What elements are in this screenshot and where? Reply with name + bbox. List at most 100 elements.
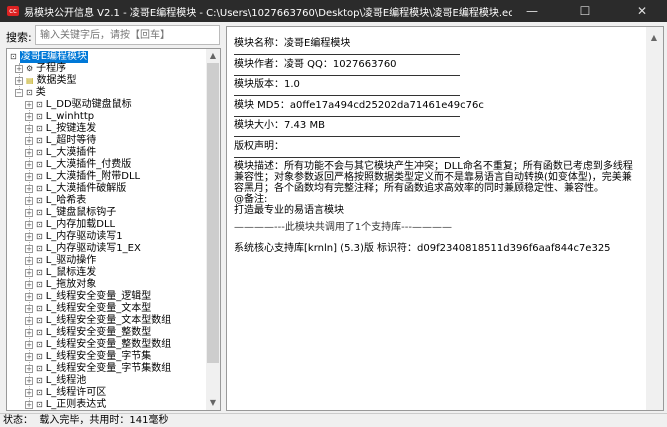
tree-class-item[interactable]: + ⊡ L_按键连发: [25, 123, 96, 135]
expand-icon[interactable]: +: [25, 281, 33, 289]
expand-icon[interactable]: +: [25, 197, 33, 205]
tree-class-item[interactable]: + ⊡ L_DD驱动键盘鼠标: [25, 99, 132, 111]
expand-icon[interactable]: +: [25, 245, 33, 253]
close-button[interactable]: ✕: [622, 0, 662, 22]
expand-icon[interactable]: +: [15, 77, 23, 85]
tree-scroll-thumb[interactable]: [207, 63, 219, 363]
class-label: L_内存驱动读写1_EX: [45, 243, 141, 254]
expand-icon[interactable]: +: [25, 233, 33, 241]
remark-label: @备注:: [234, 194, 268, 205]
expand-icon[interactable]: −: [15, 89, 23, 97]
tree-root-label: 凌哥E编程模块: [19, 51, 89, 63]
expand-icon[interactable]: +: [25, 173, 33, 181]
expand-icon[interactable]: +: [25, 293, 33, 301]
tree-class-item[interactable]: + ⊡ L_正则表达式: [25, 399, 106, 410]
tree-class-item[interactable]: + ⊡ L_线程安全变量_整数型: [25, 327, 151, 339]
search-input[interactable]: [35, 25, 220, 45]
class-label: L_线程安全变量_整数型: [45, 327, 152, 338]
expand-icon[interactable]: +: [25, 317, 33, 325]
expand-icon[interactable]: +: [25, 161, 33, 169]
scroll-down-icon[interactable]: ▼: [206, 396, 220, 410]
minimize-button[interactable]: —: [512, 0, 552, 22]
class-label: L_内存加载DLL: [45, 219, 116, 230]
expand-icon[interactable]: +: [25, 353, 33, 361]
tree-item-label: 子程序: [36, 63, 67, 74]
expand-icon[interactable]: +: [25, 221, 33, 229]
class-icon: ⊡: [36, 316, 43, 325]
expand-icon[interactable]: +: [25, 137, 33, 145]
tree-class-item[interactable]: + ⊡ L_键盘鼠标钩子: [25, 207, 116, 219]
tree-class-item[interactable]: + ⊡ L_驱动操作: [25, 255, 96, 267]
tree-item[interactable]: + ▤ 数据类型: [15, 75, 77, 87]
module-info-panel: 模块名称：凌哥E编程模块 模块作者：凌哥 QQ：1027663760 模块版本：1.…: [226, 26, 664, 411]
maximize-button[interactable]: ☐: [565, 0, 605, 22]
tree-scrollbar[interactable]: ▲ ▼: [206, 49, 220, 410]
tree-class-item[interactable]: + ⊡ L_线程安全变量_字节集数组: [25, 363, 171, 375]
class-label: L_线程许可区: [45, 387, 107, 398]
tree-root[interactable]: ⊡ 凌哥E编程模块: [10, 51, 89, 63]
class-label: L_线程安全变量_字节集数组: [45, 363, 172, 374]
tree-class-item[interactable]: + ⊡ L_线程安全变量_整数型数组: [25, 339, 171, 351]
tree-class-item[interactable]: + ⊡ L_大漠插件破解版: [25, 183, 126, 195]
class-label: L_线程安全变量_文本型数组: [45, 315, 172, 326]
expand-icon[interactable]: +: [25, 185, 33, 193]
class-label: L_线程安全变量_文本型: [45, 303, 152, 314]
expand-icon[interactable]: +: [25, 305, 33, 313]
tree-class-item[interactable]: + ⊡ L_鼠标连发: [25, 267, 96, 279]
tree-class-item[interactable]: + ⊡ L_内存加载DLL: [25, 219, 115, 231]
class-icon: ⊡: [36, 196, 43, 205]
tree-class-item[interactable]: + ⊡ L_线程安全变量_文本型数组: [25, 315, 171, 327]
tree-class-item[interactable]: + ⊡ L_大漠插件_付费版: [25, 159, 131, 171]
class-icon: ⊡: [36, 352, 43, 361]
expand-icon[interactable]: +: [25, 257, 33, 265]
info-field: 版权声明：: [234, 141, 460, 158]
info-scrollbar[interactable]: ▲: [646, 27, 663, 410]
tree-class-item[interactable]: + ⊡ L_内存驱动读写1: [25, 231, 123, 243]
tree-class-item[interactable]: + ⊡ L_线程安全变量_文本型: [25, 303, 151, 315]
tree-class-item[interactable]: + ⊡ L_线程安全变量_字节集: [25, 351, 151, 363]
expand-icon[interactable]: +: [25, 269, 33, 277]
tree-class-item[interactable]: + ⊡ L_线程安全变量_逻辑型: [25, 291, 151, 303]
expand-icon[interactable]: +: [25, 401, 33, 409]
expand-icon[interactable]: +: [15, 65, 23, 73]
class-icon: ⊡: [36, 304, 43, 313]
expand-icon[interactable]: +: [25, 101, 33, 109]
expand-icon[interactable]: +: [25, 209, 33, 217]
expand-icon[interactable]: +: [25, 365, 33, 373]
expand-icon[interactable]: +: [25, 341, 33, 349]
expand-icon[interactable]: +: [25, 377, 33, 385]
tree-class-item[interactable]: + ⊡ L_线程许可区: [25, 387, 106, 399]
tree-item[interactable]: − ⊡ 类: [15, 87, 46, 99]
class-icon: ⊡: [36, 268, 43, 277]
class-icon: ⊡: [36, 340, 43, 349]
info-field: 模块大小：7.43 MB: [234, 120, 460, 138]
tree-class-item[interactable]: + ⊡ L_超时等待: [25, 135, 96, 147]
expand-icon[interactable]: +: [25, 389, 33, 397]
scroll-up-icon[interactable]: ▲: [206, 49, 220, 63]
scroll-up-icon[interactable]: ▲: [647, 31, 661, 45]
expand-icon[interactable]: +: [25, 125, 33, 133]
module-tree[interactable]: ⊡ 凌哥E编程模块 + ⚙ 子程序 + ▤ 数据类型 − ⊡ 类 + ⊡ L_DD驱动键盘鼠标 + ⊡ L…: [6, 48, 221, 411]
class-label: L_超时等待: [45, 135, 97, 146]
tree-class-item[interactable]: + ⊡ L_拖放对象: [25, 279, 96, 291]
class-icon: ⊡: [36, 148, 43, 157]
class-icon: ⊡: [36, 280, 43, 289]
class-label: L_大漠插件: [45, 147, 97, 158]
tree-class-item[interactable]: + ⊡ L_内存驱动读写1_EX: [25, 243, 141, 255]
tree-class-item[interactable]: + ⊡ L_线程池: [25, 375, 86, 387]
class-icon: ⊡: [36, 208, 43, 217]
class-icon: ⊡: [36, 292, 43, 301]
class-label: L_winhttp: [45, 111, 95, 122]
tree-class-item[interactable]: + ⊡ L_哈希表: [25, 195, 86, 207]
tree-class-item[interactable]: + ⊡ L_大漠插件_附带DLL: [25, 171, 140, 183]
tree-item[interactable]: + ⚙ 子程序: [15, 63, 66, 75]
class-icon: ⊡: [36, 232, 43, 241]
expand-icon[interactable]: +: [25, 149, 33, 157]
tree-class-item[interactable]: + ⊡ L_winhttp: [25, 111, 94, 123]
tree-item-label: 类: [35, 87, 46, 98]
tree-item-label: 数据类型: [36, 75, 77, 86]
tree-class-item[interactable]: + ⊡ L_大漠插件: [25, 147, 96, 159]
expand-icon[interactable]: +: [25, 329, 33, 337]
expand-icon[interactable]: +: [25, 113, 33, 121]
info-field: 模块名称：凌哥E编程模块: [234, 38, 460, 55]
